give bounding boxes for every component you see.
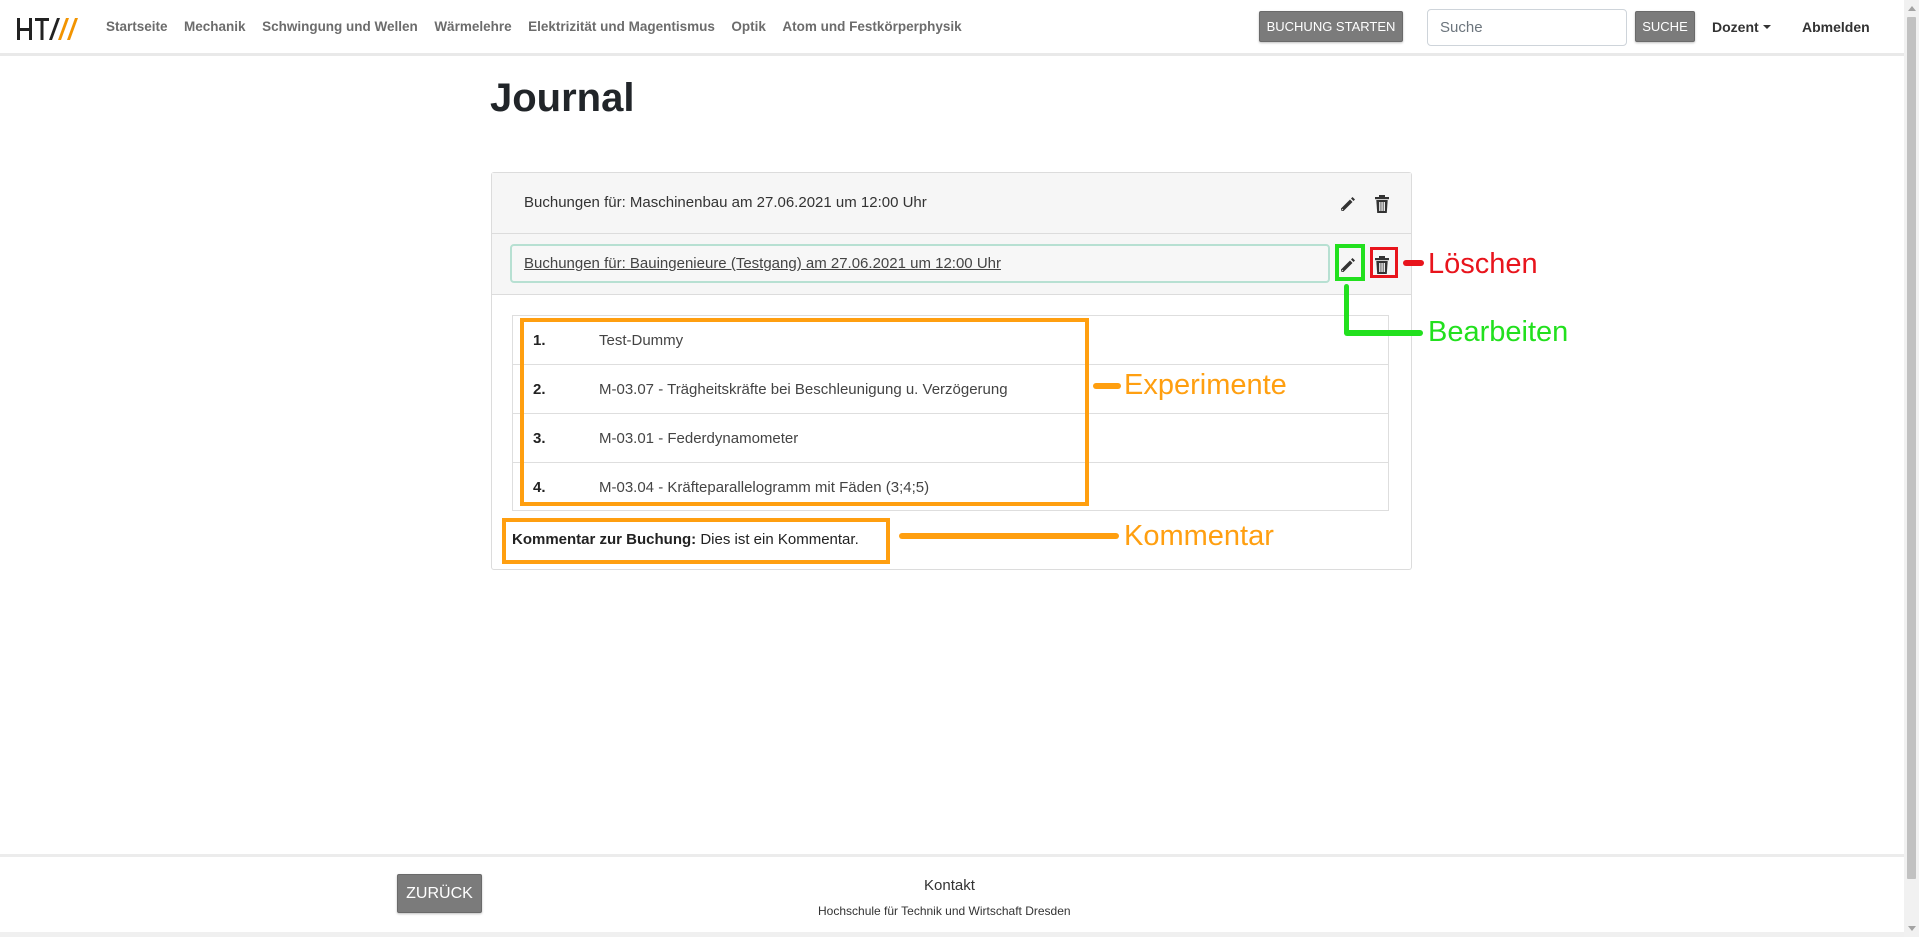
- experiments-highlight-box: [520, 318, 1089, 506]
- footer: [0, 854, 1904, 937]
- htw-logo[interactable]: [16, 14, 82, 44]
- edit-highlight-box: [1335, 244, 1365, 281]
- nav-atom[interactable]: Atom und Festkörperphysik: [782, 19, 961, 34]
- nav-elektrizitaet[interactable]: Elektrizität und Magentismus: [528, 19, 715, 34]
- trash-icon[interactable]: [1371, 193, 1393, 215]
- vertical-scrollbar[interactable]: [1904, 0, 1919, 937]
- nav-mechanik[interactable]: Mechanik: [184, 19, 246, 34]
- delete-pointer-line: [1403, 260, 1424, 266]
- search-button[interactable]: SUCHE: [1635, 11, 1695, 42]
- chevron-down-icon: [1762, 25, 1771, 29]
- nav-waermelehre[interactable]: Wärmelehre: [434, 19, 511, 34]
- navbar: Startseite Mechanik Schwingung und Welle…: [0, 0, 1904, 56]
- kontakt-heading: Kontakt: [924, 877, 975, 894]
- annotation-kommentar: Kommentar: [1124, 520, 1274, 552]
- nav-startseite[interactable]: Startseite: [106, 19, 168, 34]
- main-nav: Startseite Mechanik Schwingung und Welle…: [106, 19, 978, 34]
- comment-highlight-box: [502, 518, 890, 564]
- buchung-starten-button[interactable]: BUCHUNG STARTEN: [1259, 11, 1403, 42]
- back-button[interactable]: ZURÜCK: [397, 874, 482, 913]
- search-input[interactable]: [1427, 9, 1627, 46]
- annotation-bearbeiten: Bearbeiten: [1428, 316, 1569, 348]
- annotation-loeschen: Löschen: [1428, 248, 1538, 280]
- booking-header-active: Buchungen für: Bauingenieure (Testgang) …: [492, 234, 1411, 295]
- institution-name: Hochschule für Technik und Wirtschaft Dr…: [818, 904, 1071, 918]
- scroll-down-arrow[interactable]: [1908, 926, 1916, 931]
- footer-bottom-bar: [0, 932, 1904, 937]
- delete-highlight-box: [1370, 247, 1398, 278]
- booking-link-active[interactable]: Buchungen für: Bauingenieure (Testgang) …: [524, 255, 1001, 272]
- scroll-thumb[interactable]: [1907, 17, 1916, 879]
- user-menu-dropdown[interactable]: Dozent: [1712, 19, 1771, 35]
- annotation-experimente: Experimente: [1124, 369, 1287, 401]
- comment-pointer-line: [899, 533, 1119, 539]
- user-menu-label: Dozent: [1712, 19, 1759, 35]
- booking-link[interactable]: Buchungen für: Maschinenbau am 27.06.202…: [524, 194, 927, 211]
- pencil-icon[interactable]: [1337, 193, 1359, 215]
- edit-pointer-horizontal: [1344, 330, 1423, 336]
- nav-schwingung[interactable]: Schwingung und Wellen: [262, 19, 418, 34]
- booking-header: Buchungen für: Maschinenbau am 27.06.202…: [492, 173, 1411, 234]
- experiments-pointer-line: [1093, 383, 1121, 389]
- page-title: Journal: [490, 76, 635, 120]
- logout-link[interactable]: Abmelden: [1802, 19, 1870, 35]
- scroll-up-arrow[interactable]: [1908, 6, 1916, 11]
- edit-pointer-vertical: [1344, 284, 1349, 335]
- nav-optik[interactable]: Optik: [731, 19, 766, 34]
